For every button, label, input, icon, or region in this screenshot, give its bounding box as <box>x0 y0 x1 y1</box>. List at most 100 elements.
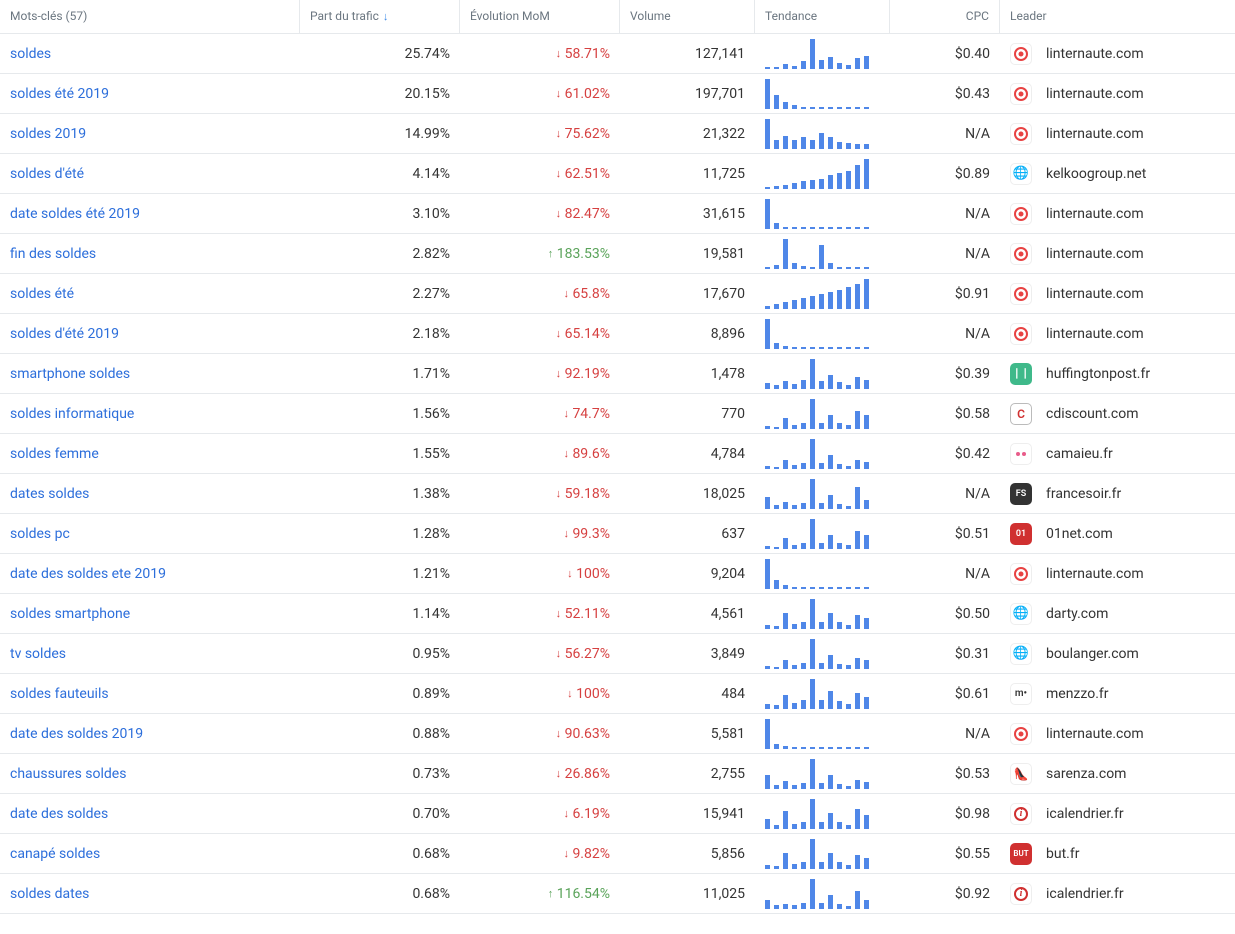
col-mom[interactable]: Évolution MoM <box>460 0 620 33</box>
leader-favicon <box>1010 123 1032 145</box>
trend-sparkline <box>755 875 890 913</box>
col-keywords[interactable]: Mots-clés (57) <box>0 0 300 33</box>
table-row: chaussures soldes0.73%↓ 26.86%2,755$0.53… <box>0 754 1235 794</box>
keyword-link[interactable]: soldes pc <box>0 522 300 546</box>
table-row: soldes pc1.28%↓ 99.3%637$0.510101net.com <box>0 514 1235 554</box>
leader-cell[interactable]: m•menzzo.fr <box>1000 679 1235 709</box>
table-row: soldes informatique1.56%↓ 74.7%770$0.58C… <box>0 394 1235 434</box>
volume: 5,581 <box>620 722 755 746</box>
leader-cell[interactable]: linternaute.com <box>1000 39 1235 69</box>
leader-favicon <box>1010 243 1032 265</box>
leader-cell[interactable]: 0101net.com <box>1000 519 1235 549</box>
keyword-link[interactable]: soldes d'été 2019 <box>0 322 300 346</box>
keyword-link[interactable]: soldes femme <box>0 442 300 466</box>
leader-favicon: 🌐 <box>1010 603 1032 625</box>
leader-cell[interactable]: ❘❘huffingtonpost.fr <box>1000 359 1235 389</box>
leader-cell[interactable]: linternaute.com <box>1000 279 1235 309</box>
cpc: $0.51 <box>890 522 1000 546</box>
leader-cell[interactable]: linternaute.com <box>1000 239 1235 269</box>
arrow-down-icon: ↓ <box>567 567 573 580</box>
leader-cell[interactable]: linternaute.com <box>1000 79 1235 109</box>
trend-sparkline <box>755 35 890 73</box>
mom-change: ↓ 65.8% <box>460 282 620 306</box>
arrow-down-icon: ↓ <box>556 207 562 220</box>
table-row: smartphone soldes1.71%↓ 92.19%1,478$0.39… <box>0 354 1235 394</box>
keyword-link[interactable]: smartphone soldes <box>0 362 300 386</box>
leader-domain: linternaute.com <box>1046 566 1144 582</box>
keyword-link[interactable]: soldes 2019 <box>0 122 300 146</box>
traffic-share: 4.14% <box>300 162 460 186</box>
leader-cell[interactable]: iicalendrier.fr <box>1000 799 1235 829</box>
keyword-link[interactable]: canapé soldes <box>0 842 300 866</box>
mom-change: ↓ 92.19% <box>460 362 620 386</box>
leader-cell[interactable]: 👠sarenza.com <box>1000 759 1235 789</box>
keyword-link[interactable]: date soldes été 2019 <box>0 202 300 226</box>
volume: 770 <box>620 402 755 426</box>
col-traffic-label: Part du trafic <box>310 9 379 23</box>
cpc: $0.53 <box>890 762 1000 786</box>
leader-cell[interactable]: 🌐kelkoogroup.net <box>1000 159 1235 189</box>
col-leader[interactable]: Leader <box>1000 0 1235 33</box>
table-row: soldes d'été4.14%↓ 62.51%11,725$0.89🌐kel… <box>0 154 1235 194</box>
leader-cell[interactable]: linternaute.com <box>1000 559 1235 589</box>
keyword-link[interactable]: soldes été 2019 <box>0 82 300 106</box>
table-row: soldes dates0.68%↑ 116.54%11,025$0.92iic… <box>0 874 1235 914</box>
trend-sparkline <box>755 155 890 193</box>
arrow-down-icon: ↓ <box>563 447 569 460</box>
keyword-link[interactable]: fin des soldes <box>0 242 300 266</box>
leader-cell[interactable]: 🌐boulanger.com <box>1000 639 1235 669</box>
trend-sparkline <box>755 555 890 593</box>
arrow-up-icon: ↑ <box>548 887 554 900</box>
table-row: soldes été2.27%↓ 65.8%17,670$0.91lintern… <box>0 274 1235 314</box>
leader-cell[interactable]: linternaute.com <box>1000 319 1235 349</box>
keyword-link[interactable]: date des soldes ete 2019 <box>0 562 300 586</box>
volume: 197,701 <box>620 82 755 106</box>
keyword-link[interactable]: tv soldes <box>0 642 300 666</box>
keyword-link[interactable]: date des soldes 2019 <box>0 722 300 746</box>
cpc: $0.91 <box>890 282 1000 306</box>
trend-sparkline <box>755 715 890 753</box>
keyword-link[interactable]: soldes fauteuils <box>0 682 300 706</box>
keyword-link[interactable]: soldes smartphone <box>0 602 300 626</box>
keyword-link[interactable]: dates soldes <box>0 482 300 506</box>
leader-cell[interactable]: camaieu.fr <box>1000 439 1235 469</box>
leader-cell[interactable]: Ccdiscount.com <box>1000 399 1235 429</box>
leader-cell[interactable]: linternaute.com <box>1000 719 1235 749</box>
leader-favicon <box>1010 723 1032 745</box>
traffic-share: 1.38% <box>300 482 460 506</box>
leader-cell[interactable]: linternaute.com <box>1000 199 1235 229</box>
keywords-table: Mots-clés (57) Part du trafic↓ Évolution… <box>0 0 1235 914</box>
cpc: $0.92 <box>890 882 1000 906</box>
keyword-link[interactable]: soldes d'été <box>0 162 300 186</box>
leader-cell[interactable]: 🌐darty.com <box>1000 599 1235 629</box>
col-traffic[interactable]: Part du trafic↓ <box>300 0 460 33</box>
keyword-link[interactable]: soldes été <box>0 282 300 306</box>
mom-change: ↓ 59.18% <box>460 482 620 506</box>
table-row: fin des soldes2.82%↑ 183.53%19,581N/Alin… <box>0 234 1235 274</box>
col-cpc[interactable]: CPC <box>890 0 1000 33</box>
keyword-link[interactable]: soldes <box>0 42 300 66</box>
leader-domain: linternaute.com <box>1046 246 1144 262</box>
leader-cell[interactable]: linternaute.com <box>1000 119 1235 149</box>
mom-change: ↓ 65.14% <box>460 322 620 346</box>
trend-sparkline <box>755 115 890 153</box>
keyword-link[interactable]: soldes informatique <box>0 402 300 426</box>
leader-domain: icalendrier.fr <box>1046 806 1124 822</box>
col-volume[interactable]: Volume <box>620 0 755 33</box>
trend-sparkline <box>755 755 890 793</box>
col-trend[interactable]: Tendance <box>755 0 890 33</box>
leader-cell[interactable]: iicalendrier.fr <box>1000 879 1235 909</box>
traffic-share: 0.68% <box>300 882 460 906</box>
leader-favicon <box>1010 83 1032 105</box>
traffic-share: 0.95% <box>300 642 460 666</box>
mom-change: ↓ 89.6% <box>460 442 620 466</box>
volume: 8,896 <box>620 322 755 346</box>
leader-cell[interactable]: FSfrancesoir.fr <box>1000 479 1235 509</box>
keyword-link[interactable]: soldes dates <box>0 882 300 906</box>
keyword-link[interactable]: date des soldes <box>0 802 300 826</box>
table-row: soldes25.74%↓ 58.71%127,141$0.40linterna… <box>0 34 1235 74</box>
mom-change: ↓ 56.27% <box>460 642 620 666</box>
trend-sparkline <box>755 675 890 713</box>
leader-cell[interactable]: BUTbut.fr <box>1000 839 1235 869</box>
keyword-link[interactable]: chaussures soldes <box>0 762 300 786</box>
